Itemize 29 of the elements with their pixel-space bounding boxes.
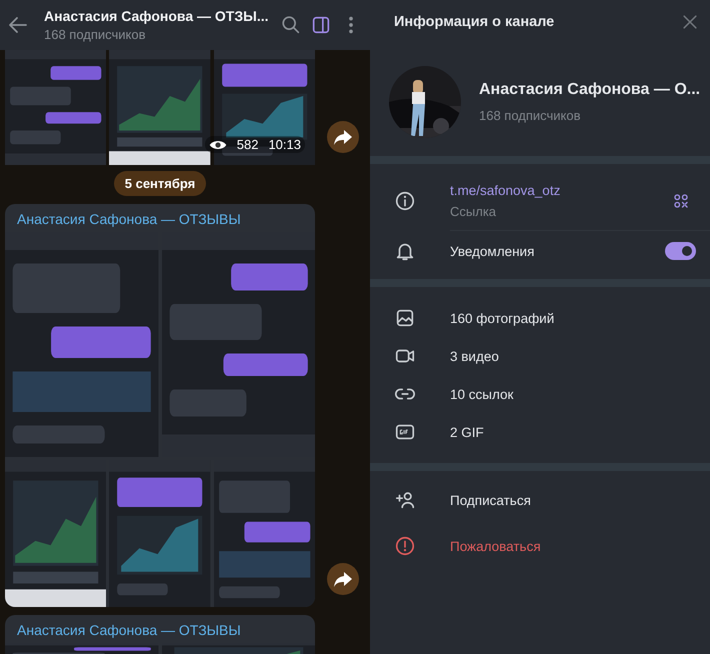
subscriber-count: 168 подписчиков bbox=[479, 108, 582, 123]
share-button[interactable] bbox=[327, 121, 359, 153]
sender-name[interactable]: Анастасия Сафонова — ОТЗЫВЫ bbox=[5, 204, 315, 232]
channel-link[interactable]: t.me/safonova_otz bbox=[450, 183, 672, 198]
sender-name[interactable]: Анастасия Сафонова — ОТЗЫВЫ bbox=[5, 615, 315, 643]
subscribe-button[interactable]: Подписаться bbox=[450, 492, 696, 508]
notifications-toggle[interactable] bbox=[665, 242, 696, 260]
panel-title: Информация о канале bbox=[394, 14, 556, 30]
channel-title[interactable]: Анастасия Сафонова — ОТЗЫ... bbox=[44, 8, 272, 24]
info-icon bbox=[394, 190, 416, 212]
search-icon[interactable] bbox=[280, 14, 302, 36]
share-button[interactable] bbox=[327, 563, 359, 595]
media-count-link[interactable]: 160 фотографий bbox=[450, 310, 696, 326]
sidebar-icon[interactable] bbox=[310, 14, 332, 36]
media-count-link[interactable]: 2 GIF bbox=[450, 424, 696, 440]
notifications-label: Уведомления bbox=[450, 244, 536, 258]
media-count-link[interactable]: 3 видео bbox=[450, 348, 696, 364]
subscriber-count: 168 подписчиков bbox=[44, 27, 147, 42]
media-count-link[interactable]: 10 ссылок bbox=[450, 386, 696, 402]
message-time: 10:13 bbox=[268, 137, 301, 152]
photo-icon bbox=[394, 307, 416, 329]
warning-icon bbox=[394, 535, 416, 557]
channel-name: Анастасия Сафонова — О... bbox=[479, 81, 700, 99]
date-label: 5 сентября bbox=[114, 171, 206, 196]
report-button[interactable]: Пожаловаться bbox=[450, 538, 696, 554]
link-caption: Ссылка bbox=[450, 204, 498, 219]
qr-code-icon[interactable] bbox=[672, 192, 690, 210]
views-icon bbox=[208, 138, 227, 150]
view-count: 582 bbox=[236, 137, 258, 152]
